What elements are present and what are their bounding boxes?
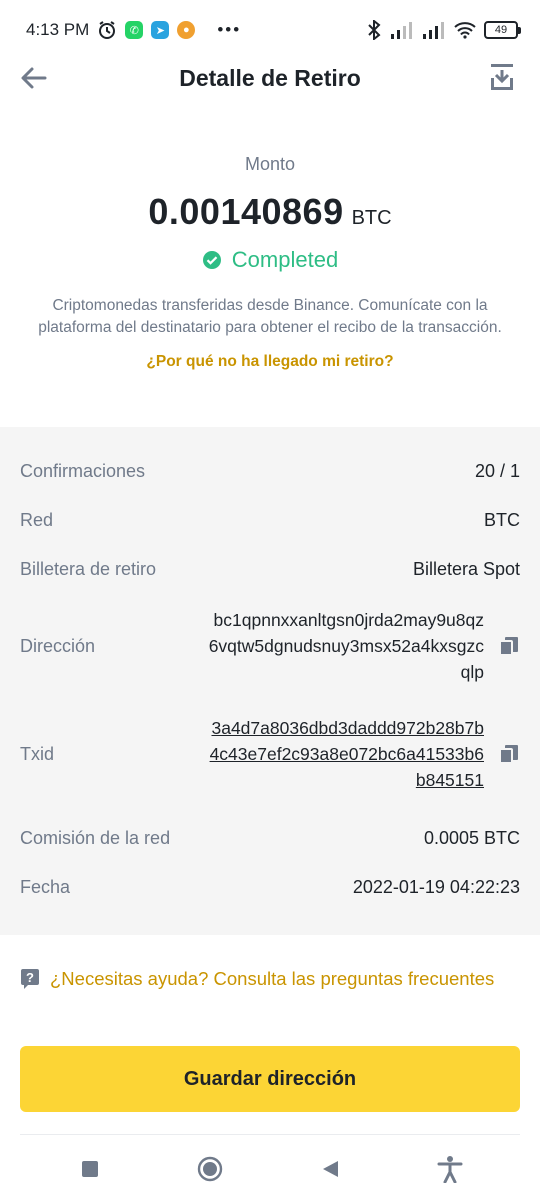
divider — [20, 1134, 520, 1135]
amount-row: 0.00140869 BTC — [0, 191, 540, 233]
address-label: Dirección — [20, 635, 96, 656]
why-not-arrived-link[interactable]: ¿Por qué no ha llegado mi retiro? — [0, 353, 540, 371]
download-receipt-button[interactable] — [488, 62, 516, 92]
amount-value: 0.00140869 — [148, 191, 344, 232]
row-confirmations: Confirmaciones 20 / 1 — [20, 461, 520, 482]
fee-label: Comisión de la red — [20, 828, 171, 848]
help-faq-link[interactable]: ? ¿Necesitas ayuda? Consulta las pregunt… — [20, 968, 530, 990]
confirmations-label: Confirmaciones — [20, 461, 146, 481]
page-title: Detalle de Retiro — [179, 64, 361, 91]
row-network: Red BTC — [20, 510, 520, 531]
save-address-button[interactable]: Guardar dirección — [20, 1046, 520, 1112]
alarm-icon — [97, 20, 117, 40]
triangle-back-icon — [323, 1161, 338, 1177]
txid-group: 3a4d7a8036dbd3daddd972b28b7b4c43e7ef2c93… — [204, 715, 520, 793]
copy-txid-icon[interactable] — [498, 743, 520, 765]
wallet-value: Billetera Spot — [412, 559, 520, 579]
fee-value: 0.0005 BTC — [423, 828, 520, 848]
status-text: Completed — [231, 247, 339, 272]
telegram-icon: ➤ — [151, 21, 170, 39]
network-label: Red — [20, 510, 54, 530]
circle-home-icon — [197, 1156, 223, 1182]
system-nav-bar — [0, 1138, 540, 1200]
status-right: 49 — [366, 20, 521, 40]
status-left: 4:13 PM ✆ ➤ ● ••• — [26, 20, 241, 40]
date-label: Fecha — [20, 877, 71, 897]
network-value: BTC — [484, 510, 520, 530]
download-icon — [491, 64, 513, 90]
recents-button[interactable] — [70, 1149, 110, 1189]
row-date: Fecha 2022-01-19 04:22:23 — [20, 877, 520, 898]
copy-address-icon[interactable] — [498, 635, 520, 657]
address-group: bc1qpnnxxanltgsn0jrda2may9u8qz6vqtw5dgnu… — [204, 607, 520, 685]
back-nav-button[interactable] — [310, 1149, 350, 1189]
wallet-label: Billetera de retiro — [20, 559, 157, 579]
amount-unit: BTC — [351, 207, 392, 229]
header: Detalle de Retiro — [0, 48, 540, 108]
details-panel: Confirmaciones 20 / 1 Red BTC Billetera … — [0, 427, 540, 935]
check-circle-icon — [202, 251, 221, 269]
faq-icon: ? — [21, 969, 39, 989]
square-icon — [82, 1161, 98, 1177]
more-notifications-icon: ••• — [217, 20, 242, 39]
signal-icon-2 — [422, 21, 446, 39]
row-fee: Comisión de la red 0.0005 BTC — [20, 828, 520, 849]
arrow-left-icon — [21, 67, 47, 89]
date-value: 2022-01-19 04:22:23 — [352, 877, 520, 897]
signal-icon-1 — [390, 21, 414, 39]
address-value[interactable]: bc1qpnnxxanltgsn0jrda2may9u8qz6vqtw5dgnu… — [204, 607, 484, 685]
row-wallet: Billetera de retiro Billetera Spot — [20, 559, 520, 580]
status-row: Completed — [0, 247, 540, 273]
amount-label: Monto — [244, 154, 296, 174]
confirmations-value: 20 / 1 — [474, 461, 520, 481]
app-notification-icon: ● — [177, 21, 196, 39]
whatsapp-icon: ✆ — [125, 21, 144, 39]
svg-text:?: ? — [26, 970, 34, 985]
wifi-icon — [454, 21, 476, 39]
accessibility-icon — [437, 1156, 463, 1183]
txid-link[interactable]: 3a4d7a8036dbd3daddd972b28b7b4c43e7ef2c93… — [204, 715, 484, 793]
help-text: ¿Necesitas ayuda? Consulta las preguntas… — [50, 968, 495, 989]
description-text: Criptomonedas transferidas desde Binance… — [38, 297, 502, 336]
withdrawal-summary: Monto 0.00140869 BTC Completed Criptomon… — [0, 140, 540, 371]
clock-time: 4:13 PM — [26, 20, 90, 39]
txid-label: Txid — [20, 743, 55, 764]
accessibility-button[interactable] — [430, 1149, 470, 1189]
back-button[interactable] — [18, 62, 50, 94]
home-button[interactable] — [190, 1149, 230, 1189]
row-txid: Txid 3a4d7a8036dbd3daddd972b28b7b4c43e7e… — [20, 715, 520, 793]
row-address: Dirección bc1qpnnxxanltgsn0jrda2may9u8qz… — [20, 607, 520, 685]
bluetooth-icon — [366, 20, 382, 40]
battery-icon: 49 — [484, 21, 521, 39]
